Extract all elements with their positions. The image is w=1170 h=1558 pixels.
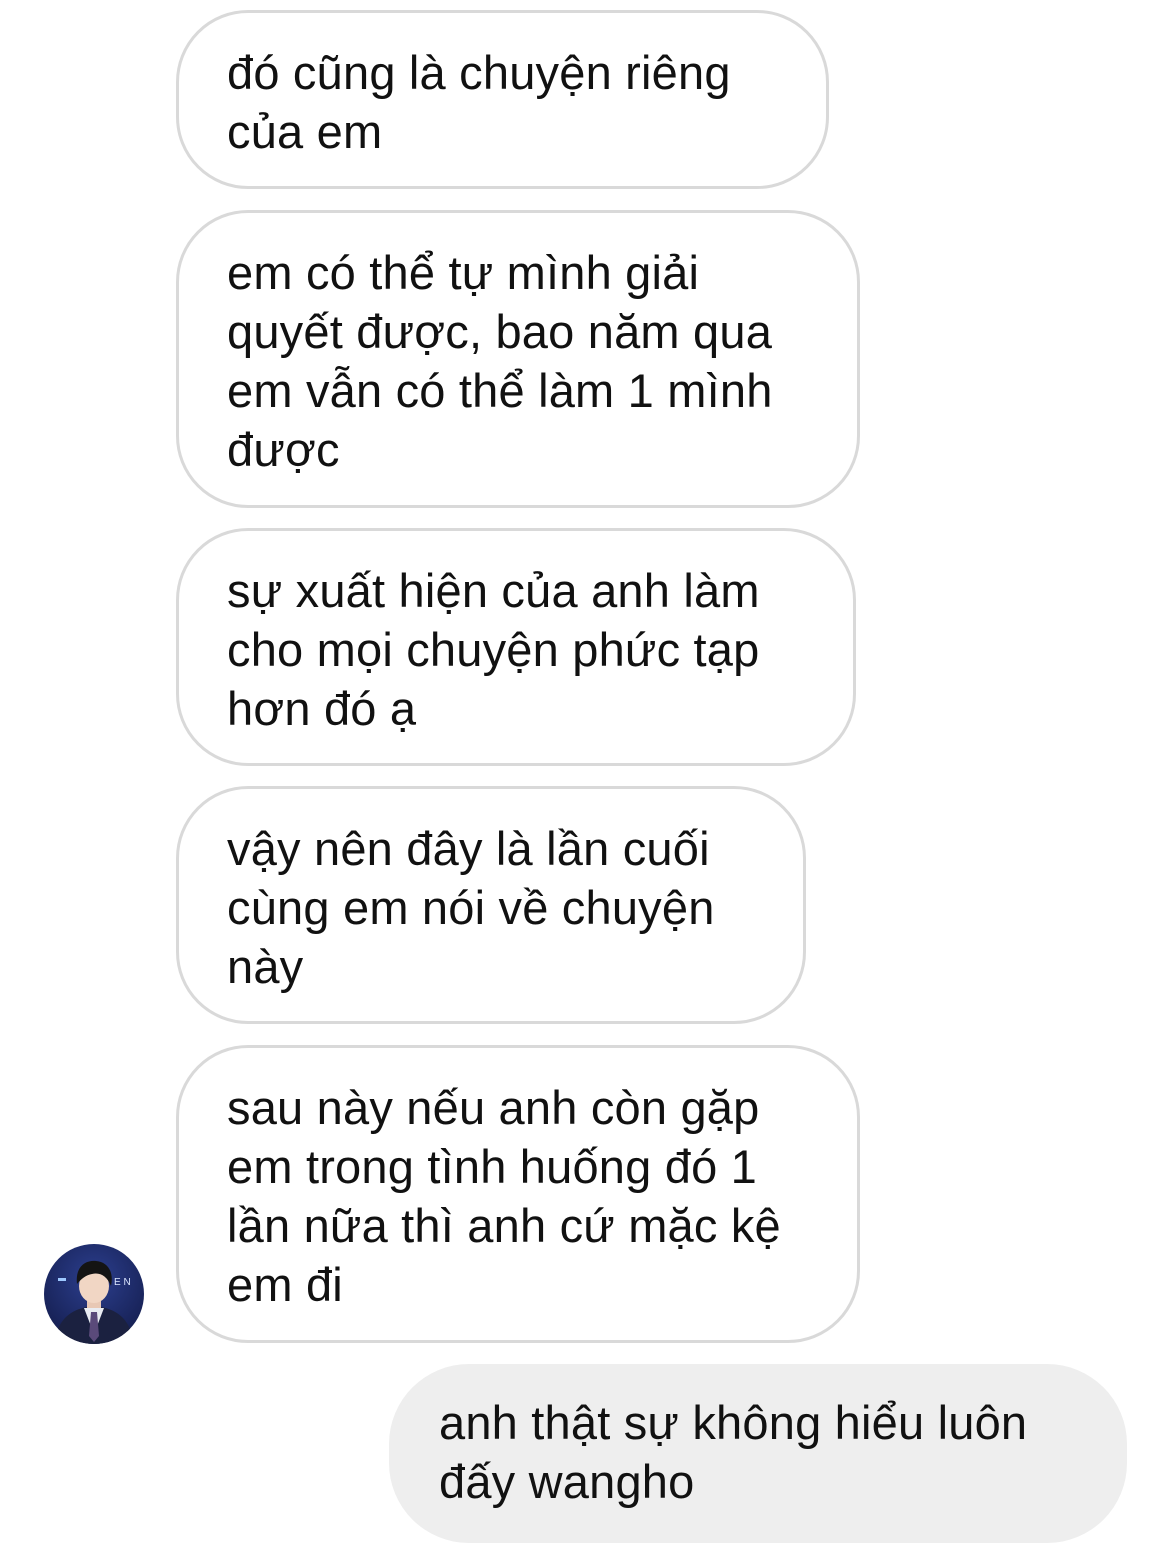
received-message-bubble[interactable]: em có thể tự mình giải quyết được, bao n… xyxy=(176,210,860,508)
message-text-line: em có thể tự mình giải xyxy=(227,246,700,299)
message-text-line: được xyxy=(227,423,340,476)
message-text-line: quyết được, bao năm qua xyxy=(227,305,773,358)
message-text-line: cho mọi chuyện phức tạp xyxy=(227,623,760,676)
message-text-line: đấy wangho xyxy=(439,1455,695,1508)
message-text-line: này xyxy=(227,940,304,993)
message-text-line: em trong tình huống đó 1 xyxy=(227,1140,758,1193)
message-text-line: của em xyxy=(227,105,383,158)
message-text-line: sau này nếu anh còn gặp xyxy=(227,1081,760,1134)
avatar-overlay-text: E N xyxy=(114,1277,131,1288)
message-text-line: em đi xyxy=(227,1258,343,1311)
message-text-line: anh thật sự không hiểu luôn xyxy=(439,1396,1028,1449)
received-message-bubble[interactable]: sự xuất hiện của anh làm cho mọi chuyện … xyxy=(176,528,856,766)
profile-photo-icon: E N xyxy=(44,1244,144,1344)
message-text-line: hơn đó ạ xyxy=(227,682,417,735)
message-text-line: vậy nên đây là lần cuối xyxy=(227,822,710,875)
message-text-line: lần nữa thì anh cứ mặc kệ xyxy=(227,1199,781,1252)
message-text-line: sự xuất hiện của anh làm xyxy=(227,564,760,617)
message-text-line: em vẫn có thể làm 1 mình xyxy=(227,364,773,417)
sent-message-bubble[interactable]: anh thật sự không hiểu luôn đấy wangho xyxy=(389,1364,1127,1543)
received-message-bubble[interactable]: vậy nên đây là lần cuối cùng em nói về c… xyxy=(176,786,806,1024)
received-message-bubble[interactable]: sau này nếu anh còn gặp em trong tình hu… xyxy=(176,1045,860,1343)
message-text-line: đó cũng là chuyện riêng xyxy=(227,46,731,99)
message-text-line: cùng em nói về chuyện xyxy=(227,881,715,934)
sender-avatar[interactable]: E N xyxy=(44,1244,144,1344)
received-message-bubble[interactable]: đó cũng là chuyện riêng của em xyxy=(176,10,829,189)
